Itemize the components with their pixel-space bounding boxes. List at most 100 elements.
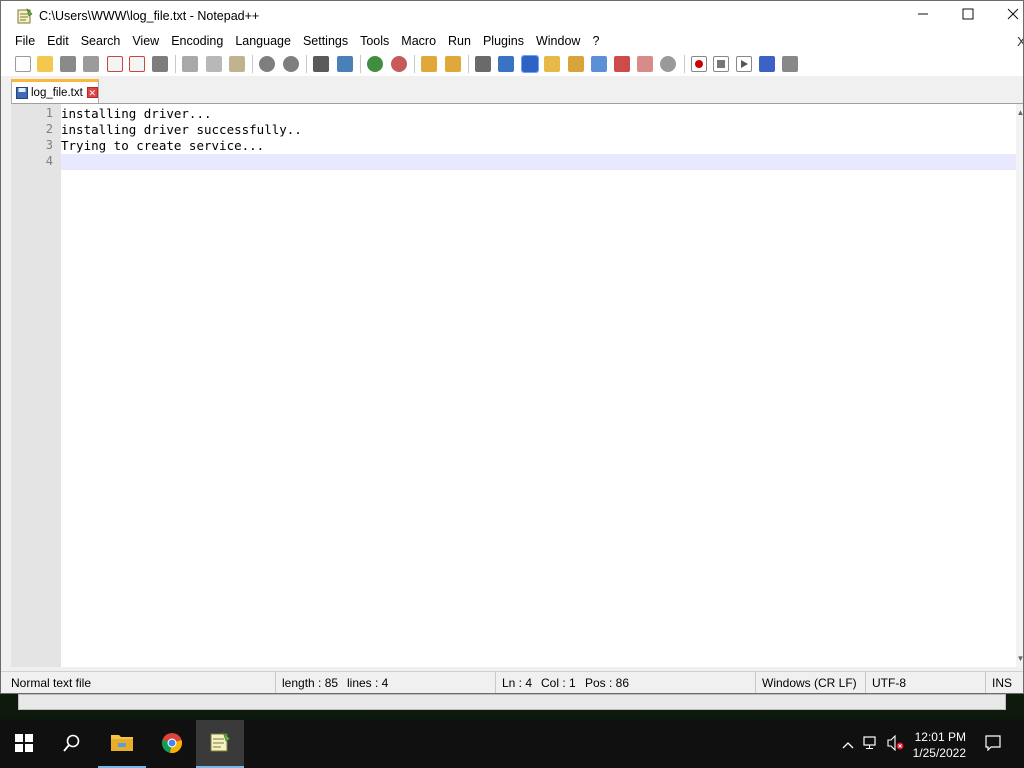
tab-label: log_file.txt (31, 86, 83, 99)
close-icon (1007, 7, 1019, 25)
undo-icon[interactable] (259, 56, 275, 72)
chevron-up-icon (842, 737, 854, 752)
start-button[interactable] (0, 720, 48, 768)
monitoring-icon[interactable] (637, 56, 653, 72)
find-icon[interactable] (313, 56, 329, 72)
scroll-down-icon[interactable]: ▼ (1016, 654, 1023, 663)
vertical-scrollbar[interactable]: ▲ ▼ (1016, 104, 1023, 667)
notepad-plus-plus-icon (209, 731, 231, 756)
save-icon[interactable] (60, 56, 76, 72)
copy-icon[interactable] (206, 56, 222, 72)
status-bar: Normal text file length : 85 lines : 4 L… (1, 671, 1023, 693)
toolbar-separator (468, 55, 469, 73)
menu-help[interactable]: ? (586, 31, 605, 52)
search-button[interactable] (48, 720, 96, 768)
close-all-icon[interactable] (129, 56, 145, 72)
view-icon[interactable] (660, 56, 676, 72)
open-file-icon[interactable] (37, 56, 53, 72)
function-list-icon[interactable] (591, 56, 607, 72)
volume-muted-icon (886, 734, 904, 754)
notepad-plus-plus-taskbar-button[interactable] (196, 720, 244, 768)
show-all-chars-icon[interactable] (498, 56, 514, 72)
status-insert-mode[interactable]: INS (985, 672, 1012, 693)
toolbar-separator (175, 55, 176, 73)
menu-window[interactable]: Window (530, 31, 586, 52)
file-explorer-button[interactable] (98, 720, 146, 768)
menu-view[interactable]: View (126, 31, 165, 52)
folder-as-workspace-icon[interactable] (614, 56, 630, 72)
chrome-button[interactable] (148, 720, 196, 768)
cut-icon[interactable] (182, 56, 198, 72)
clock-date: 1/25/2022 (912, 746, 966, 760)
sync-horizontal-icon[interactable] (445, 56, 461, 72)
zoom-out-icon[interactable] (391, 56, 407, 72)
document-map-icon[interactable] (568, 56, 584, 72)
replace-icon[interactable] (337, 56, 353, 72)
minimize-button[interactable] (900, 1, 946, 31)
close-window-button[interactable] (990, 1, 1023, 31)
title-bar[interactable]: C:\Users\WWW\log_file.txt - Notepad++ (1, 1, 1023, 31)
word-wrap-icon[interactable] (475, 56, 491, 72)
menu-bar: File Edit Search View Encoding Language … (1, 31, 1023, 52)
window-title: C:\Users\WWW\log_file.txt - Notepad++ (39, 9, 260, 23)
menu-macro[interactable]: Macro (395, 31, 442, 52)
redo-icon[interactable] (283, 56, 299, 72)
minimize-icon (917, 7, 929, 25)
menu-plugins[interactable]: Plugins (477, 31, 530, 52)
menu-settings[interactable]: Settings (297, 31, 354, 52)
sync-vertical-icon[interactable] (421, 56, 437, 72)
save-macro-icon[interactable] (782, 56, 798, 72)
save-all-icon[interactable] (83, 56, 99, 72)
taskbar: 12:01 PM 1/25/2022 (0, 720, 1024, 768)
menu-tools[interactable]: Tools (354, 31, 395, 52)
editor-area[interactable]: 1 2 3 4 installing driver... installing … (11, 103, 1023, 667)
status-eol[interactable]: Windows (CR LF) (755, 672, 857, 693)
code-line[interactable]: Trying to create service... (61, 138, 264, 153)
notification-icon (985, 734, 1001, 754)
maximize-icon (962, 7, 974, 25)
menu-encoding[interactable]: Encoding (165, 31, 229, 52)
line-number: 2 (45, 122, 53, 136)
run-macro-multiple-icon[interactable] (759, 56, 775, 72)
close-file-icon[interactable] (107, 56, 123, 72)
show-hidden-icons-button[interactable] (838, 720, 858, 768)
menu-edit[interactable]: Edit (41, 31, 75, 52)
toolbar-separator (360, 55, 361, 73)
play-macro-icon[interactable] (736, 56, 752, 72)
paste-icon[interactable] (229, 56, 245, 72)
notifications-button[interactable] (976, 720, 1010, 768)
scroll-up-icon[interactable]: ▲ (1016, 108, 1023, 117)
menu-run[interactable]: Run (442, 31, 477, 52)
record-macro-icon[interactable] (691, 56, 707, 72)
code-line[interactable]: installing driver successfully.. (61, 122, 302, 137)
notepad-plus-plus-app-icon (17, 7, 33, 24)
network-tray-button[interactable] (860, 720, 882, 768)
menu-language[interactable]: Language (229, 31, 297, 52)
status-lines: lines : 4 (347, 676, 389, 690)
status-file-type: Normal text file (11, 676, 92, 690)
status-pos: Pos : 86 (585, 676, 630, 690)
line-number: 3 (45, 138, 53, 152)
close-document-menu-button[interactable]: X (1017, 31, 1023, 52)
file-saved-icon (16, 86, 28, 99)
tab-close-icon[interactable]: ✕ (86, 87, 98, 98)
indent-guide-icon[interactable] (521, 55, 539, 73)
code-line[interactable]: installing driver... (61, 106, 212, 121)
line-number-gutter: 1 2 3 4 (11, 104, 61, 667)
clock[interactable]: 12:01 PM 1/25/2022 (913, 729, 966, 761)
user-defined-language-icon[interactable] (544, 56, 560, 72)
maximize-button[interactable] (945, 1, 991, 31)
zoom-in-icon[interactable] (367, 56, 383, 72)
file-explorer-icon (110, 732, 134, 755)
line-number: 1 (45, 106, 53, 120)
status-col: Col : 1 (541, 676, 576, 690)
stop-macro-icon[interactable] (713, 56, 729, 72)
menu-file[interactable]: File (9, 31, 41, 52)
print-icon[interactable] (152, 56, 168, 72)
tab-log-file[interactable]: log_file.txt ✕ (11, 79, 99, 103)
volume-tray-button[interactable] (884, 720, 906, 768)
notepad-plus-plus-window: C:\Users\WWW\log_file.txt - Notepad++ Fi… (0, 0, 1024, 694)
menu-search[interactable]: Search (75, 31, 127, 52)
new-file-icon[interactable] (15, 56, 31, 72)
status-encoding[interactable]: UTF-8 (865, 672, 906, 693)
